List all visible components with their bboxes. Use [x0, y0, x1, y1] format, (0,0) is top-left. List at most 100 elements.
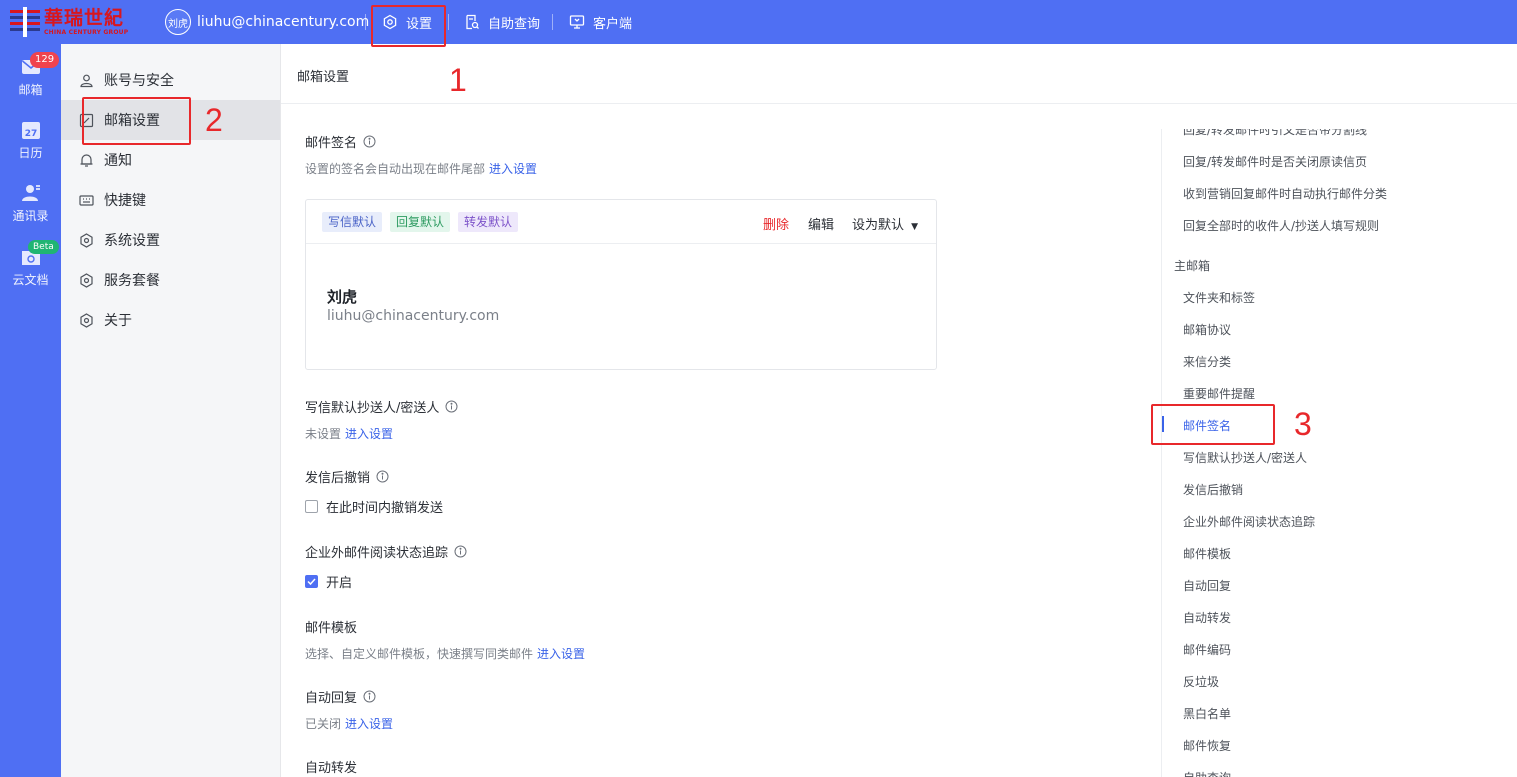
main-header: 邮箱设置: [281, 44, 1517, 104]
checkbox-box[interactable]: [305, 500, 318, 513]
anchor-item[interactable]: 回复/转发邮件时引文是否带分割线: [1183, 129, 1367, 138]
menu-label: 服务套餐: [104, 273, 160, 289]
beta-badge: Beta: [28, 240, 59, 254]
tag-forward-default: 转发默认: [458, 212, 519, 232]
tracking-checkbox[interactable]: 开启: [305, 572, 352, 591]
checkbox-label: 开启: [326, 576, 353, 591]
menu-item-shortcuts[interactable]: 快捷键: [61, 180, 280, 220]
anchor-item[interactable]: 反垃圾: [1183, 673, 1219, 690]
rail-label: 日历: [18, 146, 43, 160]
menu-item-service-plan[interactable]: 服务套餐: [61, 260, 280, 300]
menu-item-system-settings[interactable]: 系统设置: [61, 220, 280, 260]
topnav-settings[interactable]: 设置: [382, 0, 432, 44]
signature-card-header: 写信默认 回复默认 转发默认 删除 编辑 设为默认 ▼: [306, 200, 936, 244]
rail-cloud-docs[interactable]: Beta 云文档: [0, 240, 61, 288]
topnav-client[interactable]: 客户端: [569, 0, 632, 44]
autoforward-section-title: 自动转发: [305, 757, 357, 776]
status-text: 未设置: [305, 427, 342, 441]
template-settings-link[interactable]: 进入设置: [537, 647, 585, 661]
topnav-label: 设置: [406, 16, 433, 32]
anchor-item[interactable]: 自动转发: [1183, 609, 1231, 626]
autoreply-desc: 已关闭 进入设置: [305, 715, 393, 732]
info-icon[interactable]: [363, 135, 376, 148]
rail-mail[interactable]: 129 邮箱: [0, 52, 61, 98]
caret-down-icon: ▼: [911, 222, 919, 232]
delete-button[interactable]: 删除: [763, 214, 789, 233]
anchor-item[interactable]: 黑白名单: [1183, 705, 1231, 722]
anchor-item[interactable]: 文件夹和标签: [1183, 289, 1255, 306]
top-bar: 華瑞世紀 CHINA CENTURY GROUP 刘虎 liuhu@chinac…: [0, 0, 1517, 44]
rail-label: 云文档: [12, 273, 49, 287]
edit-button[interactable]: 编辑: [808, 214, 834, 233]
menu-item-about[interactable]: 关于: [61, 300, 280, 340]
anchor-item[interactable]: 回复/转发邮件时是否关闭原读信页: [1183, 153, 1367, 170]
rail-contacts[interactable]: 通讯录: [0, 182, 61, 224]
checkbox-box[interactable]: [305, 575, 318, 588]
edit-icon: [79, 113, 94, 127]
anchor-item[interactable]: 自助查询: [1183, 769, 1231, 777]
rail-label: 邮箱: [18, 83, 43, 97]
menu-item-mailbox-settings[interactable]: 邮箱设置: [61, 100, 280, 140]
anchor-item-active[interactable]: 邮件签名: [1183, 417, 1231, 434]
info-icon[interactable]: [376, 470, 389, 483]
keyboard-icon: [79, 194, 94, 206]
anchor-item[interactable]: 邮件模板: [1183, 545, 1231, 562]
cc-settings-link[interactable]: 进入设置: [345, 427, 393, 441]
anchor-item[interactable]: 写信默认抄送人/密送人: [1183, 449, 1307, 466]
anchor-item[interactable]: 来信分类: [1183, 353, 1231, 370]
info-icon[interactable]: [454, 545, 467, 558]
anchor-item[interactable]: 邮件编码: [1183, 641, 1231, 658]
cc-desc: 未设置 进入设置: [305, 425, 393, 442]
anchor-item[interactable]: 发信后撤销: [1183, 481, 1243, 498]
info-icon[interactable]: [363, 690, 376, 703]
anchor-item[interactable]: 收到营销回复邮件时自动执行邮件分类: [1183, 185, 1387, 202]
anchor-item[interactable]: 邮件恢复: [1183, 737, 1231, 754]
search-doc-icon: [466, 14, 479, 30]
settings-icon: [80, 312, 93, 328]
section-title-text: 企业外邮件阅读状态追踪: [305, 546, 449, 561]
set-default-dropdown[interactable]: 设为默认 ▼: [852, 214, 918, 233]
anchor-item[interactable]: 自动回复: [1183, 577, 1231, 594]
anchor-item[interactable]: 重要邮件提醒: [1183, 385, 1255, 402]
divider: [365, 14, 366, 30]
menu-label: 关于: [104, 313, 132, 329]
menu-item-notifications[interactable]: 通知: [61, 140, 280, 180]
anchor-item[interactable]: 企业外邮件阅读状态追踪: [1183, 513, 1315, 530]
checkbox-label: 在此时间内撤销发送: [326, 501, 444, 516]
desc-text: 选择、自定义邮件模板，快速撰写同类邮件: [305, 647, 534, 661]
settings-icon: [80, 232, 93, 248]
section-title-text: 写信默认抄送人/密送人: [305, 401, 440, 416]
autoreply-settings-link[interactable]: 进入设置: [345, 717, 393, 731]
brand-logo[interactable]: 華瑞世紀 CHINA CENTURY GROUP: [10, 6, 150, 38]
menu-item-account-security[interactable]: 账号与安全: [61, 60, 280, 100]
menu-label: 系统设置: [104, 233, 160, 249]
topnav-self-query[interactable]: 自助查询: [464, 0, 540, 44]
status-text: 已关闭: [305, 717, 342, 731]
svg-text:27: 27: [24, 129, 37, 139]
undo-send-checkbox[interactable]: 在此时间内撤销发送: [305, 497, 443, 516]
signature-section-title: 邮件签名: [305, 132, 376, 151]
unread-badge: 129: [30, 52, 60, 68]
logo-mark-icon: [10, 7, 40, 37]
topnav-label: 客户端: [593, 16, 633, 32]
anchor-item[interactable]: 回复全部时的收件人/抄送人填写规则: [1183, 217, 1379, 234]
user-account[interactable]: 刘虎 liuhu@chinacentury.com: [165, 9, 369, 35]
anchor-nav: 回复/转发邮件时引文是否带分割线 回复/转发邮件时是否关闭原读信页 收到营销回复…: [1161, 129, 1517, 777]
cc-section-title: 写信默认抄送人/密送人: [305, 397, 458, 416]
menu-label: 快捷键: [104, 193, 146, 209]
signature-email: liuhu@chinacentury.com: [327, 308, 500, 324]
signature-desc: 设置的签名会自动出现在邮件尾部 进入设置: [305, 160, 537, 177]
section-title-text: 自动转发: [305, 761, 358, 776]
anchor-item[interactable]: 邮箱协议: [1183, 321, 1231, 338]
desc-text: 设置的签名会自动出现在邮件尾部: [305, 162, 486, 176]
signature-card: 写信默认 回复默认 转发默认 删除 编辑 设为默认 ▼ 刘虎 liuhu@chi…: [305, 199, 937, 370]
settings-menu: 账号与安全 邮箱设置 通知 快捷键 系统设置 服务套餐 关于: [61, 44, 281, 777]
settings-icon: [80, 272, 93, 288]
info-icon[interactable]: [445, 400, 458, 413]
app-rail: 129 邮箱 27 日历 通讯录 Beta 云文档: [0, 44, 61, 777]
autoreply-section-title: 自动回复: [305, 687, 376, 706]
user-email: liuhu@chinacentury.com: [197, 14, 370, 30]
signature-settings-link[interactable]: 进入设置: [489, 162, 537, 176]
rail-calendar[interactable]: 27 日历: [0, 119, 61, 161]
brand-name-en: CHINA CENTURY GROUP: [44, 28, 129, 36]
